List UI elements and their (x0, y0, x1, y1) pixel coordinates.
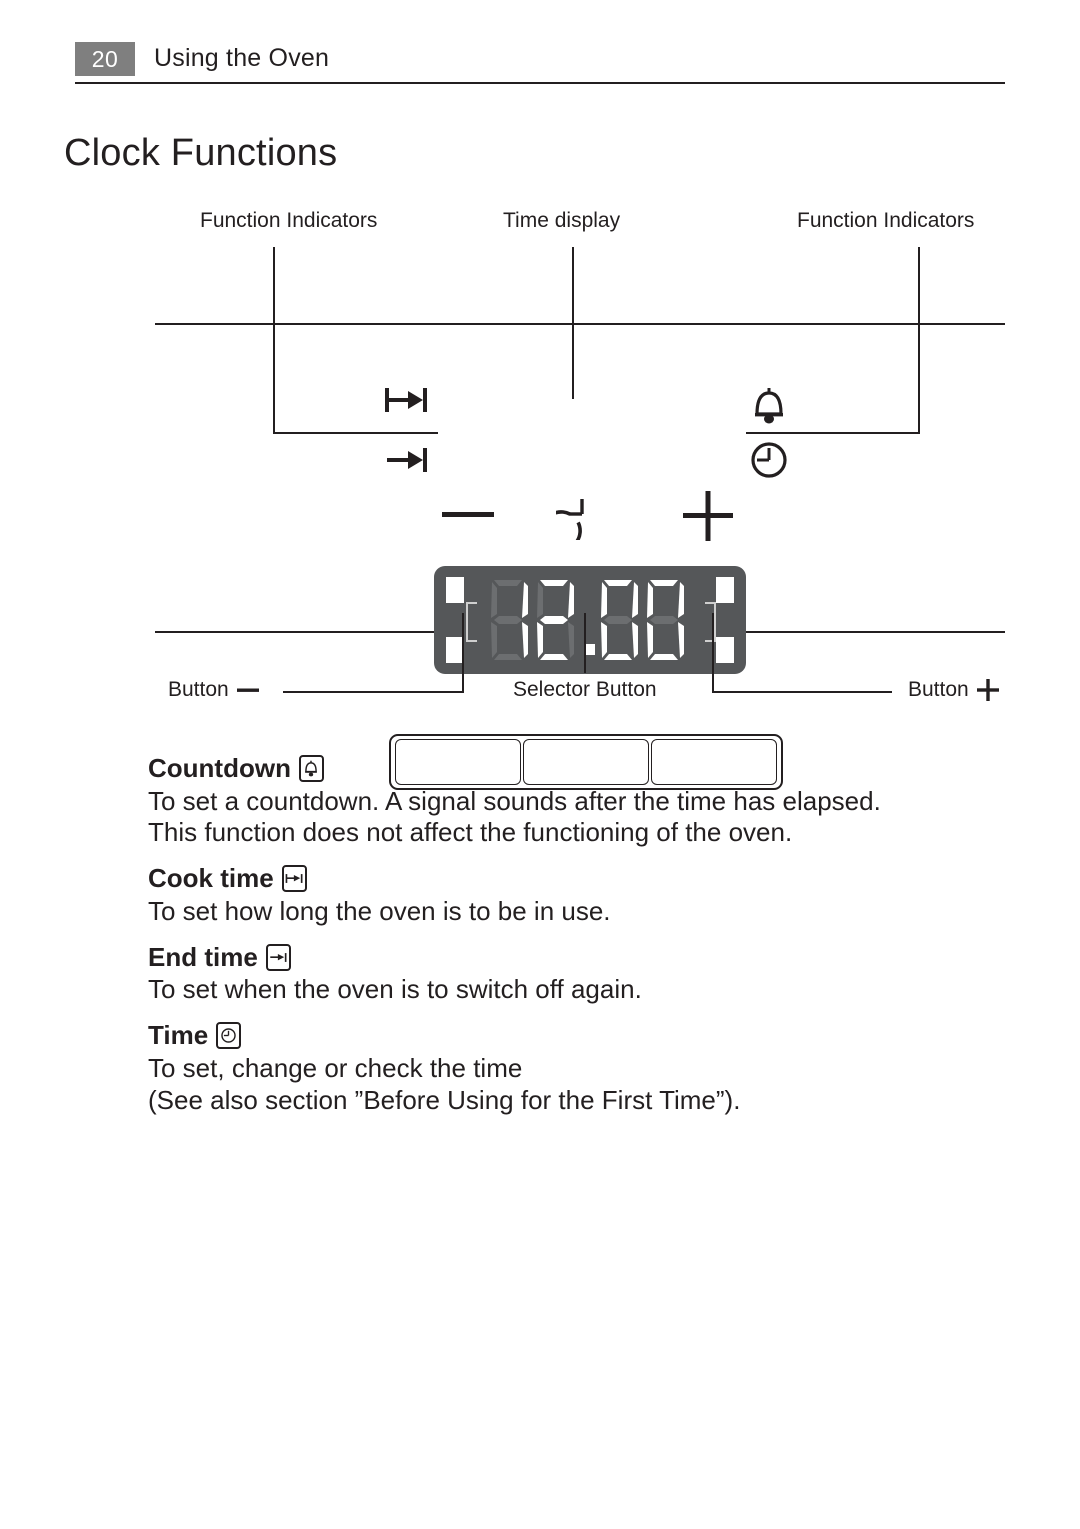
clock-icon (216, 1022, 242, 1050)
bell-icon (298, 754, 324, 782)
section-text-time-line2: (See also section ”Before Using for the … (148, 1084, 741, 1115)
digit-1 (491, 580, 528, 660)
display-bracket-right (705, 602, 716, 642)
plus-icon (683, 491, 733, 541)
leader-minus-vertical (462, 613, 464, 693)
display-indicator-mark-left-top (446, 577, 464, 603)
display-indicator-mark-right-bottom (716, 637, 734, 663)
header-divider (75, 82, 1005, 84)
section-heading-end-time-text: End time (148, 941, 258, 972)
cook-time-icon (281, 865, 307, 893)
digit-2 (537, 580, 574, 660)
leader-selector-vertical (584, 613, 586, 673)
section-heading-countdown-text: Countdown (148, 753, 291, 783)
header-title: Using the Oven (154, 44, 330, 72)
end-time-icon (265, 943, 291, 971)
digit-4 (647, 580, 684, 660)
display-indicator-mark-right-top (716, 577, 734, 603)
seven-segment-digits (486, 578, 698, 662)
page-title: Clock Functions (64, 132, 338, 174)
selector-clock-icon (556, 499, 584, 540)
display-bracket-left (466, 602, 477, 642)
leader-plus-horizontal (712, 691, 892, 693)
section-heading-time-text: Time (148, 1020, 209, 1051)
label-time-display: Time display (503, 209, 621, 232)
label-button-plus: Button (908, 678, 1000, 702)
leader-minus-horizontal (283, 691, 464, 693)
label-button-minus-text: Button (168, 678, 229, 701)
section-text-countdown-line1: To set a countdown. A signal sounds afte… (148, 785, 881, 816)
section-text-countdown-line2: This function does not affect the functi… (148, 817, 793, 848)
label-button-plus-text: Button (908, 678, 969, 701)
bell-icon (755, 388, 783, 424)
panel-top-edge (155, 323, 1005, 325)
section-heading-countdown: Countdown (148, 752, 1008, 785)
minus-icon-small (236, 688, 259, 692)
leader-left-horizontal (273, 432, 438, 434)
minus-icon (442, 512, 494, 517)
leader-right-vertical (918, 247, 920, 434)
section-heading-end-time: End time (148, 941, 1008, 974)
section-text-end-time-line1: To set when the oven is to switch off ag… (148, 974, 642, 1005)
section-heading-cook-time-text: Cook time (148, 863, 274, 894)
clock-icon (751, 442, 787, 478)
cook-time-icon (385, 388, 427, 412)
manual-page: 20 Using the Oven Clock Functions Functi… (0, 0, 1080, 1529)
section-text-time-line1: To set, change or check the time (148, 1052, 523, 1083)
label-selector-button: Selector Button (513, 678, 657, 701)
label-function-indicators-right: Function Indicators (797, 209, 975, 232)
section-heading-time: Time (148, 1019, 1008, 1052)
page-number: 20 (75, 42, 135, 76)
leader-left-vertical (273, 247, 275, 434)
section-heading-cook-time: Cook time (148, 862, 1008, 895)
end-time-icon (387, 448, 427, 472)
label-button-minus: Button (168, 678, 260, 702)
plus-icon-small (976, 679, 999, 701)
control-panel-diagram: Function Indicators Time display Functio… (0, 195, 1080, 790)
leader-right-horizontal (746, 432, 920, 434)
page-header: 20 Using the Oven (75, 42, 1005, 82)
content-body: Countdown To set a countdown. A signal s… (148, 752, 1008, 1117)
label-function-indicators-left: Function Indicators (200, 209, 378, 232)
digit-3 (601, 580, 638, 660)
section-text-cook-time-line1: To set how long the oven is to be in use… (148, 895, 611, 926)
leader-plus-vertical (712, 613, 714, 693)
time-display (434, 566, 746, 674)
